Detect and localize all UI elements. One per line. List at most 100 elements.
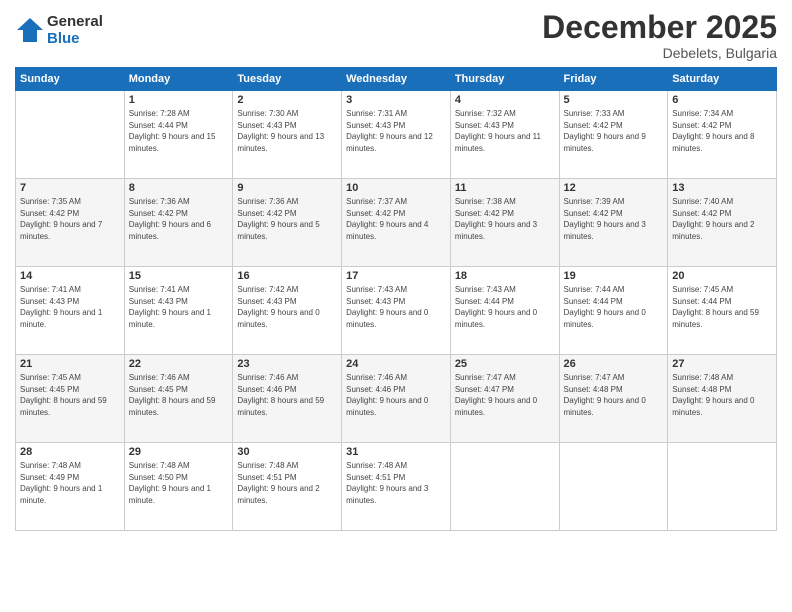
- calendar-cell: 18 Sunrise: 7:43 AMSunset: 4:44 PMDayligh…: [450, 267, 559, 355]
- logo-icon: [15, 16, 45, 46]
- location: Debelets, Bulgaria: [542, 45, 777, 61]
- day-number: 22: [129, 358, 229, 370]
- header: General Blue December 2025 Debelets, Bul…: [15, 10, 777, 61]
- col-monday: Monday: [124, 68, 233, 91]
- cell-info: Sunrise: 7:48 AMSunset: 4:49 PMDaylight:…: [20, 460, 120, 506]
- cell-info: Sunrise: 7:48 AMSunset: 4:50 PMDaylight:…: [129, 460, 229, 506]
- calendar-cell: [16, 91, 125, 179]
- day-number: 2: [237, 94, 337, 106]
- day-number: 31: [346, 446, 446, 458]
- cell-info: Sunrise: 7:48 AMSunset: 4:48 PMDaylight:…: [672, 372, 772, 418]
- cell-info: Sunrise: 7:37 AMSunset: 4:42 PMDaylight:…: [346, 196, 446, 242]
- cell-info: Sunrise: 7:43 AMSunset: 4:44 PMDaylight:…: [455, 284, 555, 330]
- cell-info: Sunrise: 7:46 AMSunset: 4:46 PMDaylight:…: [346, 372, 446, 418]
- col-tuesday: Tuesday: [233, 68, 342, 91]
- calendar-cell: 27 Sunrise: 7:48 AMSunset: 4:48 PMDayligh…: [668, 355, 777, 443]
- day-number: 5: [564, 94, 664, 106]
- cell-info: Sunrise: 7:48 AMSunset: 4:51 PMDaylight:…: [346, 460, 446, 506]
- day-number: 28: [20, 446, 120, 458]
- day-number: 19: [564, 270, 664, 282]
- calendar-cell: 8 Sunrise: 7:36 AMSunset: 4:42 PMDaylight…: [124, 179, 233, 267]
- cell-info: Sunrise: 7:31 AMSunset: 4:43 PMDaylight:…: [346, 108, 446, 154]
- cell-info: Sunrise: 7:46 AMSunset: 4:45 PMDaylight:…: [129, 372, 229, 418]
- header-row: Sunday Monday Tuesday Wednesday Thursday…: [16, 68, 777, 91]
- cell-info: Sunrise: 7:38 AMSunset: 4:42 PMDaylight:…: [455, 196, 555, 242]
- cell-info: Sunrise: 7:45 AMSunset: 4:45 PMDaylight:…: [20, 372, 120, 418]
- day-number: 21: [20, 358, 120, 370]
- day-number: 15: [129, 270, 229, 282]
- calendar-cell: 30 Sunrise: 7:48 AMSunset: 4:51 PMDayligh…: [233, 443, 342, 531]
- day-number: 12: [564, 182, 664, 194]
- calendar-cell: 10 Sunrise: 7:37 AMSunset: 4:42 PMDayligh…: [342, 179, 451, 267]
- calendar-cell: 13 Sunrise: 7:40 AMSunset: 4:42 PMDayligh…: [668, 179, 777, 267]
- calendar-cell: 14Sunrise: 7:41 AMSunset: 4:43 PMDayligh…: [16, 267, 125, 355]
- calendar-cell: 5 Sunrise: 7:33 AMSunset: 4:42 PMDaylight…: [559, 91, 668, 179]
- cell-info: Sunrise: 7:48 AMSunset: 4:51 PMDaylight:…: [237, 460, 337, 506]
- day-number: 10: [346, 182, 446, 194]
- logo: General Blue: [15, 14, 103, 47]
- calendar-table: Sunday Monday Tuesday Wednesday Thursday…: [15, 67, 777, 531]
- logo-general: General: [47, 14, 103, 31]
- calendar-cell: 1Sunrise: 7:28 AMSunset: 4:44 PMDaylight…: [124, 91, 233, 179]
- logo-text: General Blue: [47, 14, 103, 47]
- cell-info: Sunrise: 7:45 AMSunset: 4:44 PMDaylight:…: [672, 284, 772, 330]
- calendar-week-1: 1Sunrise: 7:28 AMSunset: 4:44 PMDaylight…: [16, 91, 777, 179]
- calendar-cell: [668, 443, 777, 531]
- day-number: 26: [564, 358, 664, 370]
- day-number: 8: [129, 182, 229, 194]
- cell-info: Sunrise: 7:47 AMSunset: 4:47 PMDaylight:…: [455, 372, 555, 418]
- calendar-cell: 9Sunrise: 7:36 AMSunset: 4:42 PMDaylight…: [233, 179, 342, 267]
- cell-info: Sunrise: 7:39 AMSunset: 4:42 PMDaylight:…: [564, 196, 664, 242]
- cell-info: Sunrise: 7:46 AMSunset: 4:46 PMDaylight:…: [237, 372, 337, 418]
- calendar-cell: [450, 443, 559, 531]
- day-number: 29: [129, 446, 229, 458]
- calendar-cell: 2 Sunrise: 7:30 AMSunset: 4:43 PMDaylight…: [233, 91, 342, 179]
- calendar-cell: 4Sunrise: 7:32 AMSunset: 4:43 PMDaylight…: [450, 91, 559, 179]
- day-number: 27: [672, 358, 772, 370]
- cell-info: Sunrise: 7:47 AMSunset: 4:48 PMDaylight:…: [564, 372, 664, 418]
- cell-info: Sunrise: 7:40 AMSunset: 4:42 PMDaylight:…: [672, 196, 772, 242]
- day-number: 18: [455, 270, 555, 282]
- calendar-cell: 29 Sunrise: 7:48 AMSunset: 4:50 PMDayligh…: [124, 443, 233, 531]
- col-saturday: Saturday: [668, 68, 777, 91]
- calendar-cell: 28 Sunrise: 7:48 AMSunset: 4:49 PMDayligh…: [16, 443, 125, 531]
- day-number: 1: [129, 94, 229, 106]
- day-number: 6: [672, 94, 772, 106]
- calendar-week-2: 7Sunrise: 7:35 AMSunset: 4:42 PMDaylight…: [16, 179, 777, 267]
- col-sunday: Sunday: [16, 68, 125, 91]
- day-number: 4: [455, 94, 555, 106]
- day-number: 30: [237, 446, 337, 458]
- calendar-cell: 25 Sunrise: 7:47 AMSunset: 4:47 PMDayligh…: [450, 355, 559, 443]
- day-number: 23: [237, 358, 337, 370]
- day-number: 3: [346, 94, 446, 106]
- day-number: 17: [346, 270, 446, 282]
- cell-info: Sunrise: 7:44 AMSunset: 4:44 PMDaylight:…: [564, 284, 664, 330]
- day-number: 11: [455, 182, 555, 194]
- cell-info: Sunrise: 7:34 AMSunset: 4:42 PMDaylight:…: [672, 108, 772, 154]
- month-title: December 2025: [542, 10, 777, 45]
- cell-info: Sunrise: 7:41 AMSunset: 4:43 PMDaylight:…: [20, 284, 120, 330]
- day-number: 13: [672, 182, 772, 194]
- calendar-cell: 6 Sunrise: 7:34 AMSunset: 4:42 PMDaylight…: [668, 91, 777, 179]
- day-number: 25: [455, 358, 555, 370]
- day-number: 24: [346, 358, 446, 370]
- cell-info: Sunrise: 7:36 AMSunset: 4:42 PMDaylight:…: [129, 196, 229, 242]
- calendar-cell: 15 Sunrise: 7:41 AMSunset: 4:43 PMDayligh…: [124, 267, 233, 355]
- calendar-cell: 19 Sunrise: 7:44 AMSunset: 4:44 PMDayligh…: [559, 267, 668, 355]
- calendar-cell: 31 Sunrise: 7:48 AMSunset: 4:51 PMDayligh…: [342, 443, 451, 531]
- calendar-cell: 20Sunrise: 7:45 AMSunset: 4:44 PMDayligh…: [668, 267, 777, 355]
- cell-info: Sunrise: 7:33 AMSunset: 4:42 PMDaylight:…: [564, 108, 664, 154]
- cell-info: Sunrise: 7:30 AMSunset: 4:43 PMDaylight:…: [237, 108, 337, 154]
- cell-info: Sunrise: 7:41 AMSunset: 4:43 PMDaylight:…: [129, 284, 229, 330]
- title-block: December 2025 Debelets, Bulgaria: [542, 10, 777, 61]
- day-number: 9: [237, 182, 337, 194]
- col-wednesday: Wednesday: [342, 68, 451, 91]
- calendar-cell: 21 Sunrise: 7:45 AMSunset: 4:45 PMDayligh…: [16, 355, 125, 443]
- calendar-cell: 16Sunrise: 7:42 AMSunset: 4:43 PMDayligh…: [233, 267, 342, 355]
- calendar-cell: [559, 443, 668, 531]
- calendar-cell: 7Sunrise: 7:35 AMSunset: 4:42 PMDaylight…: [16, 179, 125, 267]
- calendar-cell: 23 Sunrise: 7:46 AMSunset: 4:46 PMDayligh…: [233, 355, 342, 443]
- calendar-cell: 22 Sunrise: 7:46 AMSunset: 4:45 PMDayligh…: [124, 355, 233, 443]
- calendar-cell: 26 Sunrise: 7:47 AMSunset: 4:48 PMDayligh…: [559, 355, 668, 443]
- calendar-week-3: 14Sunrise: 7:41 AMSunset: 4:43 PMDayligh…: [16, 267, 777, 355]
